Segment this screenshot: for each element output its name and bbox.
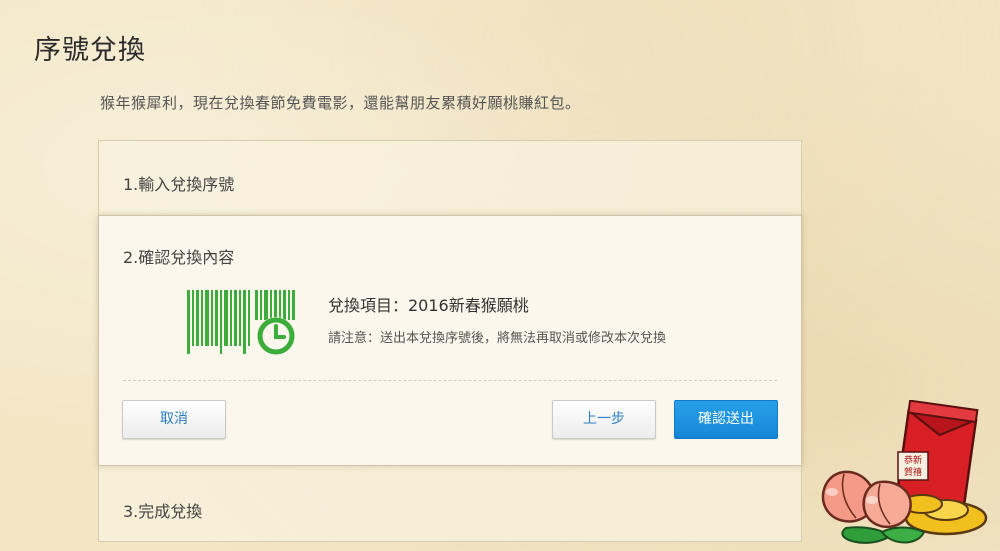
step-label: 1.輸入兌換序號	[123, 175, 235, 194]
barcode-icon	[187, 290, 295, 355]
exchange-notice: 請注意：送出本兌換序號後，將無法再取消或修改本次兌換	[328, 331, 667, 346]
svg-text:賀禧: 賀禧	[904, 466, 922, 478]
clock-icon	[257, 317, 295, 355]
step-enter-code[interactable]: 1.輸入兌換序號	[98, 140, 802, 216]
step-confirm-content: 2.確認兌換內容 兌換項目：2016新春猴願桃 請注意：送出本兌換序號後，將無法…	[98, 215, 802, 466]
exchange-item-title: 兌換項目：2016新春猴願桃	[328, 296, 529, 315]
page-title: 序號兌換	[34, 35, 146, 66]
red-envelope-peach-decoration: 恭新 賀禧	[810, 399, 1000, 551]
red-envelope-illustration: 恭新 賀禧	[821, 399, 988, 544]
intro-text: 猴年猴犀利，現在兌換春節免費電影，還能幫朋友累積好願桃賺紅包。	[100, 94, 581, 112]
barcode-clock-icon-group	[187, 290, 305, 360]
step-label: 3.完成兌換	[123, 502, 203, 521]
step-complete: 3.完成兌換	[98, 465, 802, 542]
redeem-steps: 1.輸入兌換序號 2.確認兌換內容 兌換項目：2016新春猴願桃 請注意：送出本…	[98, 140, 802, 542]
previous-step-button[interactable]: 上一步	[552, 400, 656, 439]
step-label: 2.確認兌換內容	[123, 248, 235, 267]
cancel-button[interactable]: 取消	[122, 400, 226, 439]
divider	[123, 380, 777, 381]
svg-text:恭新: 恭新	[904, 454, 922, 466]
confirm-submit-button[interactable]: 確認送出	[674, 400, 778, 439]
